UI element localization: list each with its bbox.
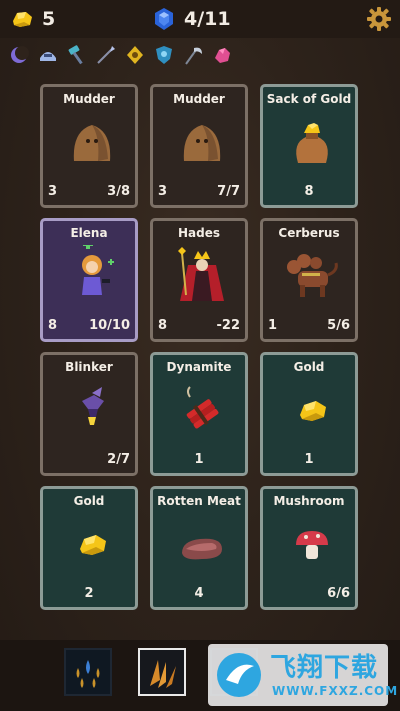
game-screen: 5 4/11 Mudder 3 3/8 Mudder 3 7/7 Sack of… [0, 0, 400, 711]
card-sack-of-gold[interactable]: Sack of Gold 8 [260, 84, 358, 208]
card-title: Mudder [173, 92, 225, 106]
pink-crystal-icon[interactable] [211, 44, 233, 66]
helmet-icon[interactable] [37, 44, 59, 66]
card-blinker[interactable]: Blinker 2/7 [40, 352, 138, 476]
card-center-value: 2 [84, 586, 94, 601]
watermark-bird-icon [217, 653, 261, 697]
card-title: Cerberus [278, 226, 340, 240]
card-title: Elena [70, 226, 108, 240]
water-drops-icon [76, 660, 100, 688]
gold-nugget-sprite [80, 535, 106, 555]
card-center-value: 8 [304, 184, 314, 199]
card-mushroom[interactable]: Mushroom 6/6 [260, 486, 358, 610]
card-center-value: 1 [304, 452, 314, 467]
card-gold[interactable]: Gold 2 [40, 486, 138, 610]
card-hades[interactable]: Hades 8 -22 [150, 218, 248, 342]
gold-counter: 5 [10, 6, 55, 32]
card-title: Dynamite [166, 360, 232, 374]
cerberus-sprite [287, 254, 338, 297]
watermark-url: WWW.FXXZ.COM [272, 684, 399, 698]
gem-progress: 4/11 [184, 8, 231, 30]
gold-sack-sprite [296, 123, 328, 163]
dynamite-sprite [186, 386, 219, 429]
card-title: Mushroom [273, 494, 345, 508]
spear-icon[interactable] [95, 44, 117, 66]
rotten-meat-sprite [182, 538, 222, 560]
claw-slash-icon [150, 660, 176, 688]
card-right-value: 3/8 [107, 184, 130, 199]
moon-icon[interactable] [8, 44, 30, 66]
card-title: Gold [293, 360, 325, 374]
card-right-value: 6/6 [327, 586, 350, 601]
gem-counter: 4/11 [152, 6, 231, 32]
top-bar: 5 4/11 [0, 0, 400, 38]
hammer-icon[interactable] [66, 44, 88, 66]
card-right-value: 5/6 [327, 318, 350, 333]
hades-sprite [178, 247, 224, 301]
card-rotten-meat[interactable]: Rotten Meat 4 [150, 486, 248, 610]
card-right-value: -22 [216, 318, 241, 333]
card-left-value: 3 [158, 184, 168, 199]
card-dynamite[interactable]: Dynamite 1 [150, 352, 248, 476]
blue-gem-icon [155, 8, 173, 30]
card-elena[interactable]: Elena 8 10/10 [40, 218, 138, 342]
card-center-value: 4 [194, 586, 204, 601]
gold-count: 5 [42, 8, 56, 30]
scythe-icon[interactable] [182, 44, 204, 66]
gear-icon[interactable] [366, 6, 392, 32]
watermark-logo: 飞翔下载 WWW.FXXZ.COM [208, 644, 397, 706]
card-mudder[interactable]: Mudder 3 3/8 [40, 84, 138, 208]
card-gold[interactable]: Gold 1 [260, 352, 358, 476]
card-title: Rotten Meat [157, 494, 241, 508]
card-title: Hades [177, 226, 220, 240]
mudder-sprite [73, 125, 111, 161]
card-center-value: 1 [194, 452, 204, 467]
card-left-value: 3 [48, 184, 58, 199]
mudder-sprite [183, 125, 221, 161]
watermark-text: 飞翔下载 [270, 653, 379, 683]
blinker-sprite [82, 387, 104, 425]
amulet-icon[interactable] [124, 44, 146, 66]
mushroom-sprite [296, 531, 328, 559]
card-right-value: 2/7 [107, 452, 130, 467]
card-left-value: 8 [48, 318, 58, 333]
card-left-value: 1 [268, 318, 278, 333]
card-grid: Mudder 3 3/8 Mudder 3 7/7 Sack of Gold 8… [40, 84, 360, 612]
elena-sprite [82, 245, 114, 295]
claw-slash-tool[interactable] [138, 648, 186, 696]
card-title: Gold [73, 494, 105, 508]
card-mudder[interactable]: Mudder 3 7/7 [150, 84, 248, 208]
inventory-row [0, 38, 400, 72]
card-title: Mudder [63, 92, 115, 106]
card-title: Blinker [65, 360, 113, 374]
card-right-value: 7/7 [217, 184, 240, 199]
card-title: Sack of Gold [266, 92, 352, 106]
shield-icon[interactable] [153, 44, 175, 66]
card-right-value: 10/10 [89, 318, 130, 333]
gold-nugget-sprite [300, 401, 326, 421]
card-left-value: 8 [158, 318, 168, 333]
card-cerberus[interactable]: Cerberus 1 5/6 [260, 218, 358, 342]
gold-nugget-icon [13, 12, 32, 27]
water-drops-tool[interactable] [64, 648, 112, 696]
